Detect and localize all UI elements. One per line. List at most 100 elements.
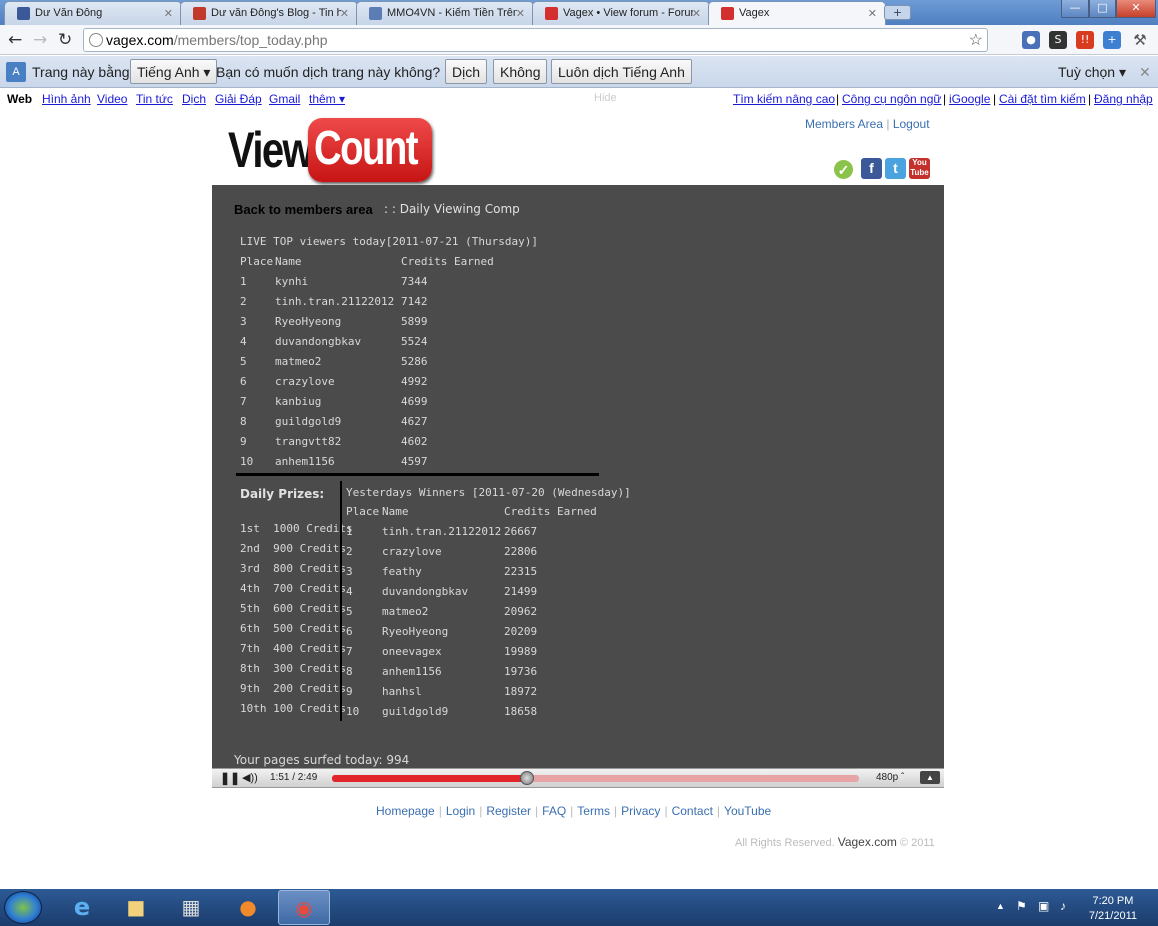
section-divider: [236, 473, 599, 476]
footer-separator: |: [664, 804, 668, 818]
extension-alert-icon[interactable]: !!: [1076, 31, 1094, 49]
always-translate-button[interactable]: Luôn dịch Tiếng Anh: [551, 59, 692, 84]
footer-link[interactable]: Login: [446, 804, 475, 818]
today-place: 1: [240, 275, 247, 288]
address-bar[interactable]: vagex.com/members/top_today.php ☆: [83, 28, 988, 52]
gbar-right-link-2[interactable]: Công cụ ngôn ngữ: [842, 92, 941, 106]
checkmark-icon[interactable]: ✓: [834, 160, 853, 179]
footer-link[interactable]: FAQ: [542, 804, 566, 818]
page-info-icon[interactable]: [89, 33, 103, 47]
translate-options-menu[interactable]: Tuỳ chọn ▾: [1058, 64, 1126, 81]
clock[interactable]: 7:20 PM 7/21/2011: [1089, 894, 1137, 924]
footer-link[interactable]: Contact: [672, 804, 713, 818]
translate-button[interactable]: Dịch: [445, 59, 488, 84]
maximize-button[interactable]: □: [1089, 0, 1116, 18]
youtube-icon[interactable]: You Tube: [909, 158, 930, 179]
firefox-icon[interactable]: ●: [222, 890, 274, 925]
minimize-button[interactable]: —: [1061, 0, 1089, 18]
gbar-hide-link[interactable]: Hide: [594, 92, 617, 104]
yesterday-name: crazylove: [382, 545, 442, 558]
extension-user-icon[interactable]: ●: [1022, 31, 1040, 49]
footer-link[interactable]: Homepage: [376, 804, 435, 818]
close-tab-icon[interactable]: ✕: [868, 7, 877, 20]
video-progress-bar[interactable]: [332, 771, 859, 785]
browser-toolbar: ← → ↻ vagex.com/members/top_today.php ☆ …: [0, 25, 1158, 55]
footer-link[interactable]: Terms: [577, 804, 610, 818]
flag-icon[interactable]: ⚑: [1016, 899, 1027, 913]
gbar-link-3[interactable]: Tin tức: [136, 92, 173, 106]
gbar-separator: |: [1088, 92, 1092, 106]
tray-arrow-icon[interactable]: ▲: [996, 901, 1005, 911]
close-tab-icon[interactable]: ✕: [164, 7, 173, 20]
gbar-right-link-3[interactable]: iGoogle: [949, 92, 990, 106]
no-translate-button[interactable]: Không: [493, 59, 548, 84]
footer-link[interactable]: Register: [486, 804, 531, 818]
footer-link[interactable]: YouTube: [724, 804, 771, 818]
translate-question: Bạn có muốn dịch trang này không?: [216, 64, 441, 80]
logo-count-badge: Count: [308, 118, 432, 182]
reload-icon[interactable]: ↻: [58, 30, 72, 50]
expand-icon[interactable]: ▲: [920, 771, 940, 784]
start-button[interactable]: [4, 891, 42, 924]
tab-5[interactable]: Vagex ✕: [708, 1, 886, 26]
back-arrow-icon[interactable]: ←: [8, 30, 22, 50]
close-tab-icon[interactable]: ✕: [340, 7, 349, 20]
close-tab-icon[interactable]: ✕: [516, 7, 525, 20]
quality-select[interactable]: 480p ˆ: [876, 772, 904, 783]
language-select[interactable]: Tiếng Anh ▾: [130, 59, 218, 84]
members-area-link[interactable]: Members Area: [805, 117, 883, 131]
tab-3[interactable]: MMO4VN - Kiếm Tiền Trên ✕: [356, 1, 534, 25]
today-credits: 7344: [401, 275, 428, 288]
member-links: Members Area | Logout: [805, 117, 930, 131]
gbar-more-link[interactable]: thêm ▾: [309, 92, 345, 106]
twitter-icon[interactable]: t: [885, 158, 906, 179]
gbar-link-1[interactable]: Hình ảnh: [42, 92, 91, 106]
today-name: anhem1156: [275, 455, 335, 468]
gbar-right-link-1[interactable]: Tìm kiếm nâng cao: [733, 92, 835, 106]
tab-4[interactable]: Vagex • View forum - Forur ✕: [532, 1, 710, 25]
close-translate-icon[interactable]: ✕: [1139, 64, 1151, 81]
close-window-button[interactable]: ✕: [1116, 0, 1156, 18]
gbar-link-6[interactable]: Gmail: [269, 92, 300, 106]
gbar-separator: |: [993, 92, 997, 106]
facebook-icon[interactable]: f: [861, 158, 882, 179]
logout-link[interactable]: Logout: [893, 117, 930, 131]
close-tab-icon[interactable]: ✕: [692, 7, 701, 20]
new-tab-button[interactable]: +: [884, 5, 911, 20]
tab-2[interactable]: Dư văn Đông's Blog - Tin h ✕: [180, 1, 358, 25]
yesterday-name: hanhsl: [382, 685, 422, 698]
gbar-right-link-4[interactable]: Cài đặt tìm kiếm: [999, 92, 1086, 106]
google-bar: Web Hình ảnh Video Tin tức Dịch Giải Đáp Gmai…: [0, 89, 1158, 109]
yesterday-name: matmeo2: [382, 605, 429, 618]
gbar-link-5[interactable]: Giải Đáp: [215, 92, 262, 106]
progress-handle[interactable]: [519, 771, 534, 785]
video-controls: ❚❚ ◀)) 1:51 / 2:49 480p ˆ ▲: [212, 768, 944, 788]
today-name: kynhi: [275, 275, 309, 288]
prize-item: 5th 600 Credits: [240, 602, 346, 615]
yesterday-place: 3: [346, 565, 353, 578]
logo-view-text: View: [228, 122, 314, 178]
bookmark-star-icon[interactable]: ☆: [969, 30, 983, 50]
internet-explorer-icon[interactable]: e: [56, 890, 108, 925]
column-divider: [340, 481, 342, 721]
network-icon[interactable]: ▣: [1038, 899, 1049, 913]
pause-icon[interactable]: ❚❚: [220, 771, 240, 785]
back-to-members-link[interactable]: Back to members area: [234, 202, 373, 217]
yesterday-credits: 21499: [504, 585, 538, 598]
tab-1[interactable]: Dư Văn Đông ✕: [4, 1, 182, 25]
footer-link[interactable]: Privacy: [621, 804, 660, 818]
gbar-web: Web: [7, 92, 33, 106]
extension-s-icon[interactable]: S: [1049, 31, 1067, 49]
file-explorer-icon[interactable]: ■: [110, 890, 162, 925]
y-header-name: Name: [382, 505, 409, 518]
gbar-link-4[interactable]: Dịch: [182, 92, 206, 106]
chrome-icon[interactable]: ◉: [278, 890, 330, 925]
forward-arrow-icon[interactable]: →: [33, 30, 47, 50]
wrench-icon[interactable]: ⚒: [1131, 31, 1149, 49]
extension-calendar-icon[interactable]: +: [1103, 31, 1121, 49]
speaker-icon[interactable]: ♪: [1060, 899, 1066, 913]
gbar-right-link-5[interactable]: Đăng nhập: [1094, 92, 1153, 106]
network-app-icon[interactable]: ▦: [165, 890, 217, 925]
gbar-link-2[interactable]: Video: [97, 92, 127, 106]
volume-icon[interactable]: ◀)): [242, 771, 258, 784]
